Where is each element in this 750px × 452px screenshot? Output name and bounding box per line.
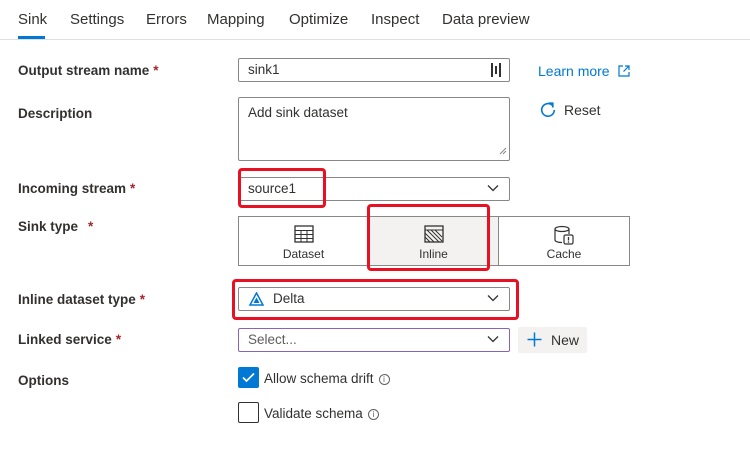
- inline-dataset-type-label: Inline dataset type *: [18, 292, 146, 307]
- chevron-down-icon: [487, 185, 499, 192]
- tab-inspect[interactable]: Inspect: [371, 11, 419, 28]
- options-label: Options: [18, 373, 69, 388]
- tab-mapping[interactable]: Mapping: [207, 11, 265, 28]
- sink-type-cache-option[interactable]: Cache: [498, 216, 630, 266]
- linked-service-dropdown[interactable]: Select...: [238, 328, 510, 352]
- resize-grip-icon: [499, 143, 507, 158]
- required-marker: *: [139, 292, 146, 307]
- external-link-icon: [618, 64, 631, 80]
- description-textarea[interactable]: Add sink dataset: [238, 97, 510, 161]
- required-marker: *: [130, 181, 136, 196]
- output-stream-name-label: Output stream name *: [18, 63, 159, 78]
- linked-service-label: Linked service *: [18, 332, 122, 347]
- inline-dataset-type-dropdown[interactable]: Delta: [238, 287, 510, 311]
- sink-type-dataset-option[interactable]: Dataset: [238, 216, 369, 266]
- reset-button[interactable]: Reset: [539, 101, 601, 122]
- table-icon: [293, 225, 314, 246]
- tab-bar: Sink Settings Errors Mapping Optimize In…: [0, 0, 750, 40]
- description-label: Description: [18, 106, 93, 121]
- incoming-stream-dropdown[interactable]: source1: [238, 177, 510, 201]
- sink-type-label: Sink type *: [18, 219, 94, 234]
- tab-data-preview[interactable]: Data preview: [442, 11, 530, 28]
- info-icon[interactable]: i: [378, 374, 390, 385]
- incoming-stream-label: Incoming stream *: [18, 181, 136, 196]
- required-marker: *: [115, 332, 122, 347]
- active-tab-indicator: [18, 36, 45, 39]
- delta-icon: [248, 291, 265, 309]
- tab-errors[interactable]: Errors: [146, 11, 187, 28]
- tab-optimize[interactable]: Optimize: [289, 11, 348, 28]
- output-stream-name-input[interactable]: sink1: [238, 58, 510, 82]
- required-marker: *: [88, 219, 94, 234]
- chevron-down-icon: [487, 336, 499, 343]
- checkmark-icon: [242, 372, 255, 383]
- allow-schema-drift-label[interactable]: Allow schema drift i: [264, 371, 390, 386]
- refresh-icon: [539, 101, 557, 122]
- required-marker: *: [153, 63, 159, 78]
- validate-schema-label[interactable]: Validate schema i: [264, 406, 379, 421]
- info-icon[interactable]: i: [367, 409, 379, 420]
- tab-sink[interactable]: Sink: [18, 11, 47, 28]
- sink-type-inline-option[interactable]: Inline: [368, 216, 499, 266]
- chevron-down-icon: [487, 295, 499, 302]
- inline-hatched-icon: [423, 225, 444, 246]
- plus-icon: [527, 332, 542, 350]
- edit-glyph-icon: [491, 63, 503, 80]
- tab-settings[interactable]: Settings: [70, 11, 124, 28]
- allow-schema-drift-checkbox[interactable]: [238, 367, 259, 388]
- validate-schema-checkbox[interactable]: [238, 402, 259, 423]
- learn-more-link[interactable]: Learn more: [538, 63, 631, 80]
- new-linked-service-button[interactable]: New: [518, 327, 587, 353]
